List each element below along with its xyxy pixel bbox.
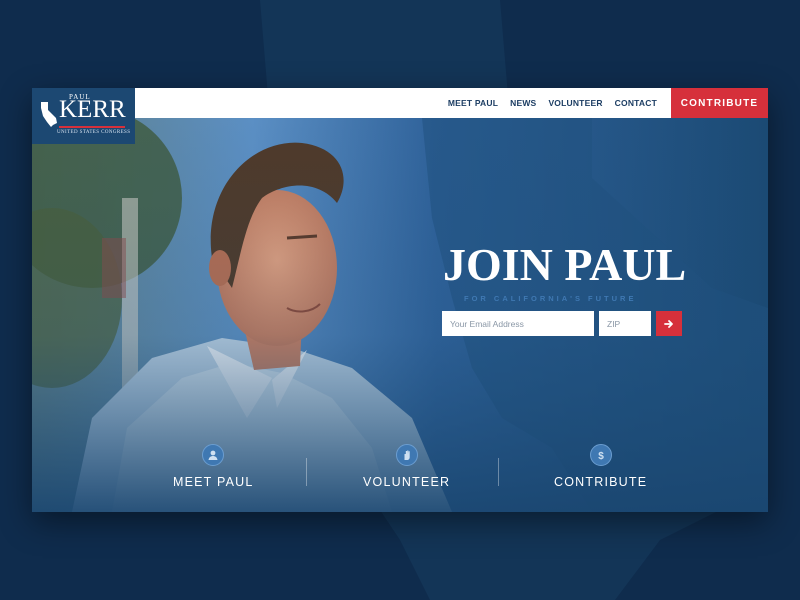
logo-red-rule [59,126,125,128]
zip-input[interactable] [599,311,651,336]
cta-label: CONTRIBUTE [554,475,648,489]
main-nav: MEET PAUL NEWS VOLUNTEER CONTACT [448,88,657,118]
submit-button[interactable] [656,311,682,336]
campaign-logo[interactable]: PAUL KERR UNITED STATES CONGRESS [32,88,135,144]
dollar-icon: $ [589,444,612,466]
hero-title: JOIN PAUL [443,239,687,290]
logo-last-name: KERR [59,96,126,123]
arrow-right-icon [664,319,673,328]
cta-meet-paul[interactable]: MEET PAUL [173,444,254,489]
california-state-icon [41,102,57,127]
person-icon [202,444,225,466]
hero-subtitle: FOR CALIFORNIA'S FUTURE [464,294,637,303]
cta-label: VOLUNTEER [363,475,451,489]
svg-text:$: $ [598,451,604,461]
website-frame: PAUL KERR UNITED STATES CONGRESS MEET PA… [32,88,768,512]
cta-label: MEET PAUL [173,475,254,489]
contribute-button[interactable]: CONTRIBUTE [671,88,768,118]
nav-meet-paul[interactable]: MEET PAUL [448,98,498,108]
nav-contact[interactable]: CONTACT [615,98,657,108]
nav-news[interactable]: NEWS [510,98,536,108]
cta-divider [498,458,499,486]
hand-icon [395,444,418,466]
cta-volunteer[interactable]: VOLUNTEER [363,444,450,489]
email-input[interactable] [442,311,594,336]
nav-volunteer[interactable]: VOLUNTEER [548,98,602,108]
logo-subtitle: UNITED STATES CONGRESS [57,130,131,135]
cta-contribute[interactable]: $ CONTRIBUTE [554,444,647,489]
top-navigation-bar [32,88,768,118]
cta-divider [306,458,307,486]
